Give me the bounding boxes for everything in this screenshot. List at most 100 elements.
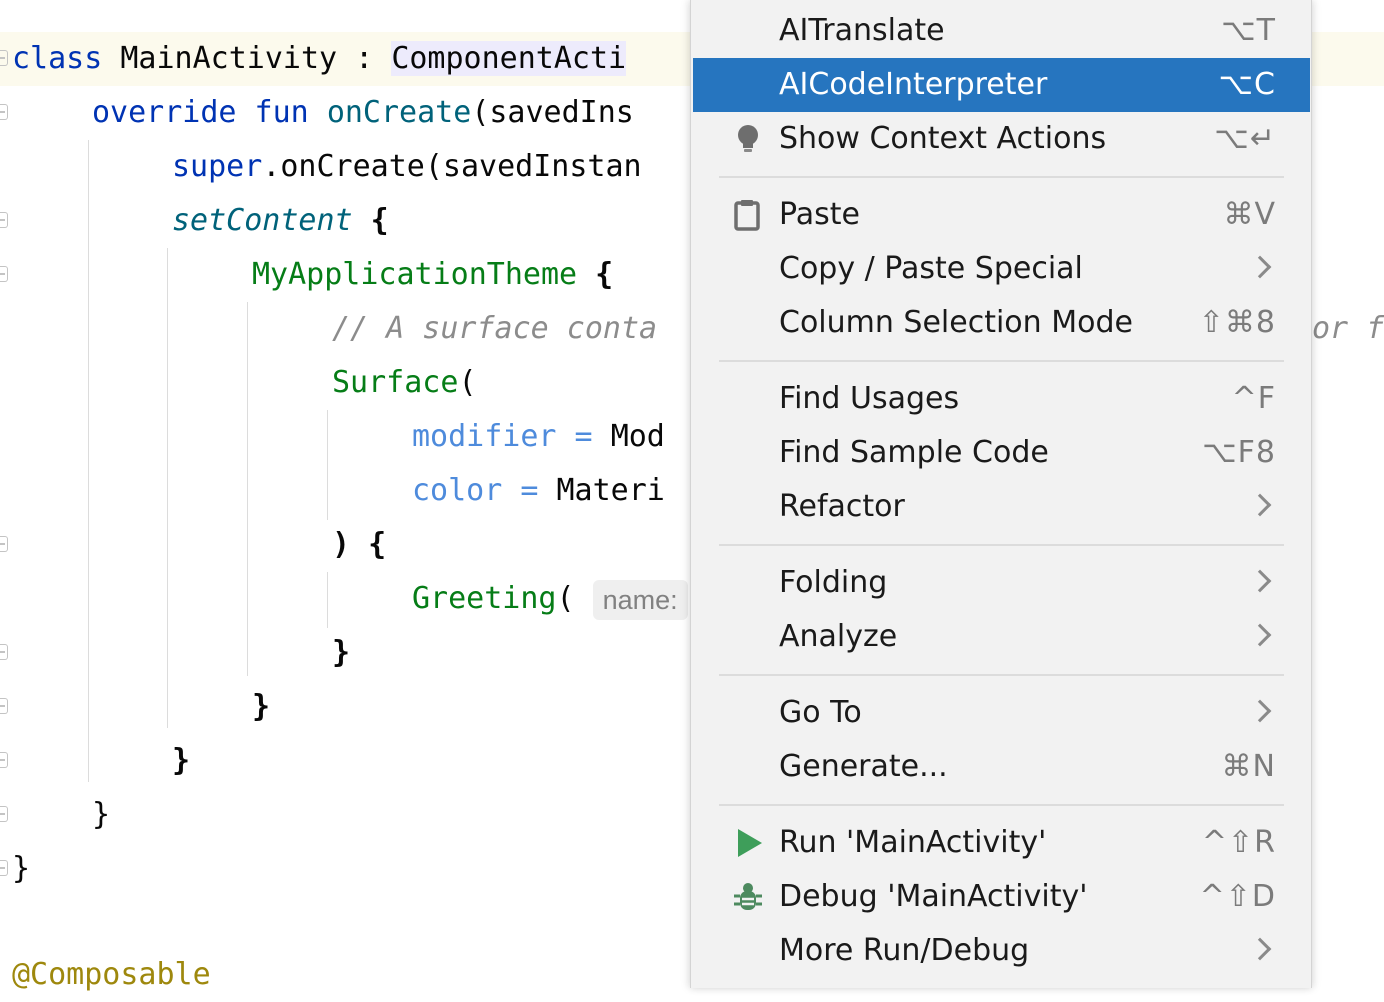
menu-item-label: Run 'MainActivity' bbox=[779, 825, 1047, 860]
menu-item-debug-mainactivity[interactable]: Debug 'MainActivity' ^⇧D bbox=[693, 870, 1310, 924]
code-token: super bbox=[172, 149, 263, 184]
bulb-icon bbox=[738, 125, 758, 152]
menu-item-label: Analyze bbox=[779, 619, 898, 654]
code-token: Mod bbox=[610, 419, 665, 454]
chevron-right-icon bbox=[1248, 623, 1272, 647]
fold-marker-icon[interactable] bbox=[0, 698, 8, 714]
chevron-right-icon bbox=[1248, 255, 1272, 279]
menu-item-folding[interactable]: Folding bbox=[693, 556, 1310, 610]
debug-icon bbox=[734, 883, 762, 910]
menu-item-find-usages[interactable]: Find Usages ^F bbox=[693, 372, 1310, 426]
menu-item-analyze[interactable]: Analyze bbox=[693, 610, 1310, 664]
menu-item-find-sample-code[interactable]: Find Sample Code ⌥F8 bbox=[693, 426, 1310, 480]
menu-item-label: Show Context Actions bbox=[779, 121, 1107, 156]
code-line[interactable]: ) { bbox=[332, 518, 386, 572]
code-line[interactable]: modifier = Mod bbox=[412, 410, 665, 464]
code-line[interactable]: // A surface conta bbox=[332, 302, 657, 356]
code-line[interactable]: } bbox=[252, 680, 270, 734]
menu-item-go-to[interactable]: Go To bbox=[693, 686, 1310, 740]
menu-item-more-run-debug[interactable]: More Run/Debug bbox=[693, 924, 1310, 978]
menu-item-run-mainactivity[interactable]: Run 'MainActivity' ^⇧R bbox=[693, 816, 1310, 870]
code-token: { bbox=[577, 257, 614, 292]
chevron-right-icon bbox=[1248, 493, 1272, 517]
indent-guide bbox=[327, 572, 328, 628]
code-token: class bbox=[12, 41, 103, 76]
clipboard-icon bbox=[734, 200, 760, 231]
menu-item-label: Find Usages bbox=[779, 381, 960, 416]
menu-item-shortcut: ^⇧D bbox=[1199, 879, 1276, 914]
code-token: } bbox=[12, 851, 31, 886]
fold-marker-icon[interactable] bbox=[0, 536, 8, 552]
fold-marker-icon[interactable] bbox=[0, 752, 8, 768]
menu-item-copy-paste-special[interactable]: Copy / Paste Special bbox=[693, 242, 1310, 296]
code-line[interactable]: } bbox=[332, 626, 350, 680]
chevron-right-icon bbox=[1248, 569, 1272, 593]
menu-item-label: Refactor bbox=[779, 489, 905, 524]
menu-item-shortcut: ^⇧R bbox=[1201, 825, 1276, 860]
menu-item-shortcut: ⇧⌘8 bbox=[1198, 305, 1276, 340]
indent-guide bbox=[88, 140, 89, 782]
menu-item-label: Generate... bbox=[779, 749, 948, 784]
menu-item-label: Go To bbox=[779, 695, 862, 730]
menu-item-aicodeinterpreter[interactable]: AICodeInterpreter ⌥C bbox=[693, 58, 1310, 112]
code-token: Surface bbox=[332, 365, 459, 400]
menu-item-show-context-actions[interactable]: Show Context Actions ⌥↵ bbox=[693, 112, 1310, 166]
code-token: .onCreate(savedInstan bbox=[262, 149, 642, 184]
code-line[interactable]: setContent { bbox=[172, 194, 389, 248]
menu-separator bbox=[719, 360, 1284, 362]
fold-marker-icon[interactable] bbox=[0, 212, 8, 228]
indent-guide bbox=[247, 302, 248, 676]
fold-marker-icon[interactable] bbox=[0, 104, 8, 120]
fold-marker-icon[interactable] bbox=[0, 50, 8, 66]
code-line[interactable]: color = Materi bbox=[412, 464, 665, 518]
menu-item-generate[interactable]: Generate... ⌘N bbox=[693, 740, 1310, 794]
menu-item-label: AICodeInterpreter bbox=[779, 67, 1048, 102]
code-token: } bbox=[332, 635, 351, 670]
code-line[interactable]: Greeting( name: bbox=[412, 572, 688, 626]
menu-separator bbox=[719, 674, 1284, 676]
code-token: ( bbox=[556, 581, 593, 616]
code-line[interactable]: } bbox=[172, 734, 190, 788]
fold-marker-icon[interactable] bbox=[0, 266, 8, 282]
code-token: } bbox=[252, 689, 271, 724]
fold-marker-icon[interactable] bbox=[0, 806, 8, 822]
code-token: MainActivity : bbox=[120, 41, 392, 76]
menu-item-paste[interactable]: Paste ⌘V bbox=[693, 188, 1310, 242]
indent-guide bbox=[167, 248, 168, 728]
code-comment: // A surface conta bbox=[332, 311, 658, 346]
indent-guide bbox=[327, 410, 328, 520]
code-line[interactable]: } bbox=[12, 842, 30, 896]
code-line[interactable]: Surface( bbox=[332, 356, 477, 410]
code-token: (savedIns bbox=[471, 95, 634, 130]
parameter-hint: name: bbox=[592, 579, 688, 620]
fold-marker-icon[interactable] bbox=[0, 644, 8, 660]
code-token: color bbox=[412, 473, 503, 508]
code-token: } bbox=[92, 797, 111, 832]
code-line[interactable]: @Composable bbox=[12, 948, 211, 1002]
code-token: override fun bbox=[92, 95, 327, 130]
menu-item-column-selection-mode[interactable]: Column Selection Mode ⇧⌘8 bbox=[693, 296, 1310, 350]
code-line[interactable]: MyApplicationTheme { bbox=[252, 248, 613, 302]
code-token: { bbox=[352, 203, 389, 238]
overflow-comment-text: or f bbox=[1312, 311, 1384, 346]
context-menu[interactable]: AITranslate ⌥T AICodeInterpreter ⌥C Show… bbox=[690, 0, 1312, 988]
code-token: = bbox=[502, 473, 557, 508]
code-token: setContent bbox=[172, 203, 353, 238]
code-token: ( bbox=[458, 365, 477, 400]
code-line[interactable]: override fun onCreate(savedIns bbox=[92, 86, 634, 140]
run-icon bbox=[738, 829, 762, 857]
code-token: onCreate bbox=[326, 95, 472, 130]
code-line[interactable]: super.onCreate(savedInstan bbox=[172, 140, 642, 194]
code-line[interactable]: class MainActivity : ComponentActi bbox=[12, 32, 627, 86]
fold-marker-icon[interactable] bbox=[0, 860, 8, 876]
menu-item-aitranslate[interactable]: AITranslate ⌥T bbox=[693, 4, 1310, 58]
editor-gutter bbox=[0, 0, 12, 988]
menu-item-label: Paste bbox=[779, 197, 860, 232]
menu-item-shortcut: ⌘N bbox=[1221, 749, 1276, 784]
chevron-right-icon bbox=[1248, 937, 1272, 961]
code-token: Greeting bbox=[412, 581, 557, 616]
code-token: ComponentActi bbox=[391, 41, 627, 76]
menu-item-refactor[interactable]: Refactor bbox=[693, 480, 1310, 534]
code-line[interactable]: } bbox=[92, 788, 110, 842]
menu-item-shortcut: ^F bbox=[1231, 381, 1276, 416]
